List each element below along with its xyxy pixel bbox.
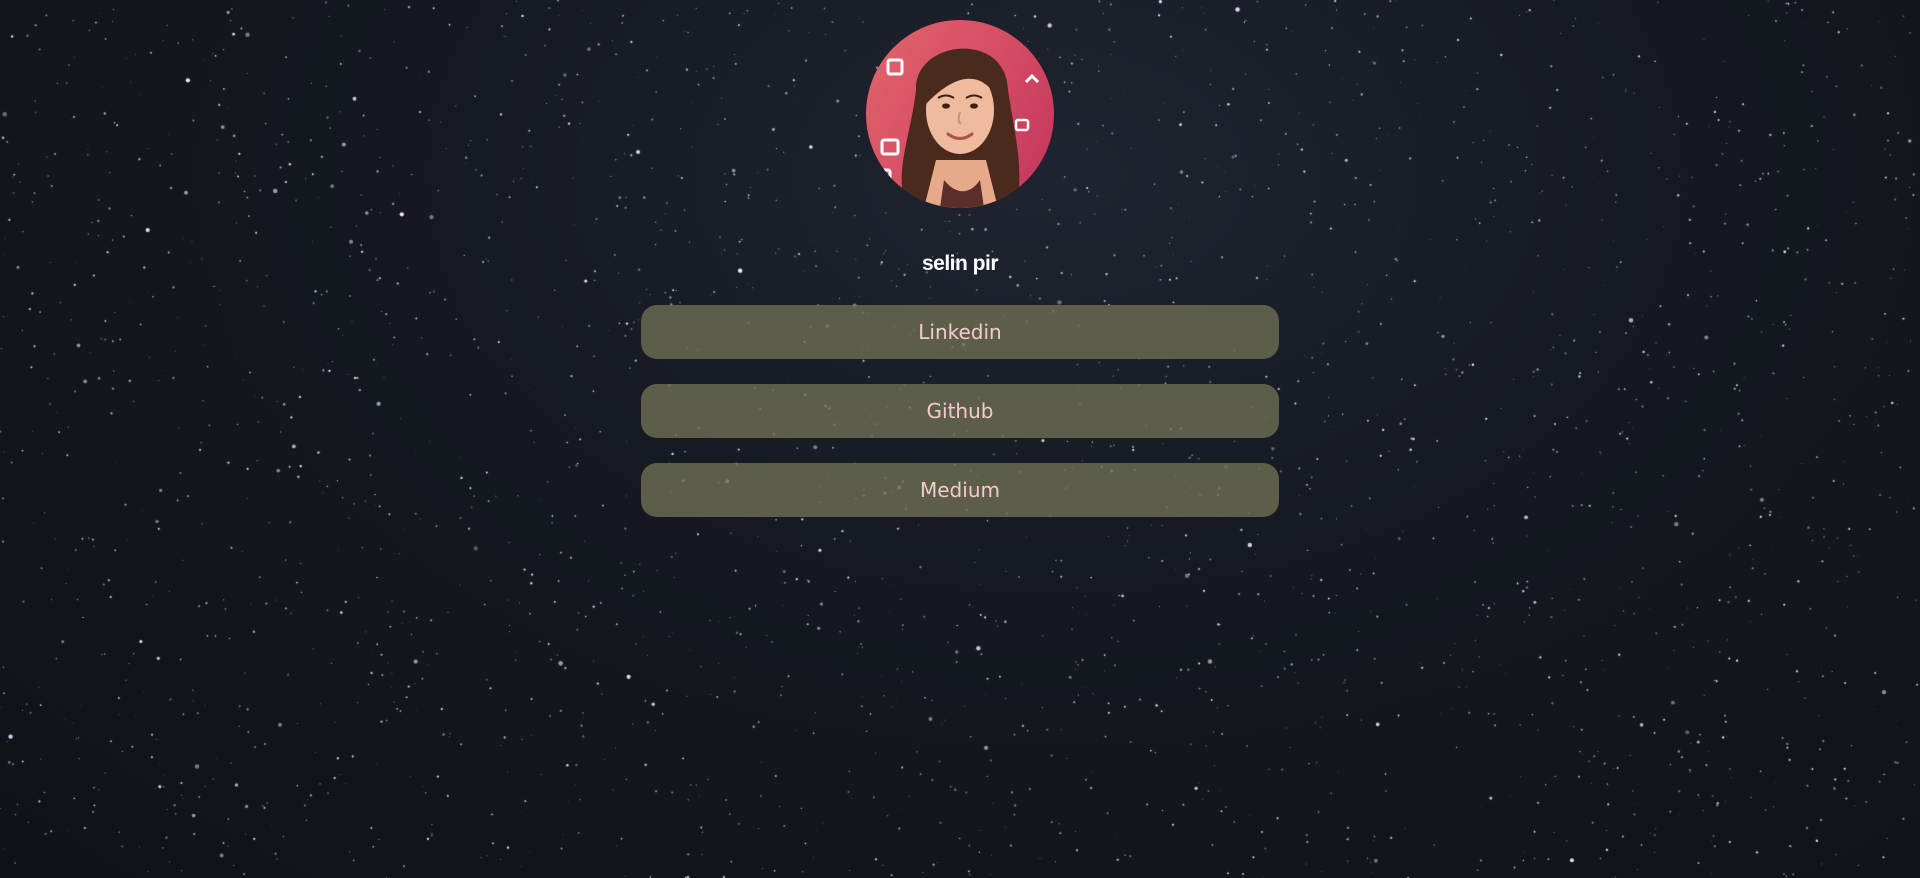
- linkedin-link-button[interactable]: Linkedin: [641, 305, 1279, 359]
- profile-name: selin pir: [921, 252, 999, 275]
- avatar: [866, 20, 1054, 208]
- avatar-photo-icon: [874, 48, 1040, 208]
- github-link-button[interactable]: Github: [641, 384, 1279, 438]
- link-page: selin pir Linkedin Github Medium: [0, 0, 1920, 878]
- medium-link-button[interactable]: Medium: [641, 463, 1279, 517]
